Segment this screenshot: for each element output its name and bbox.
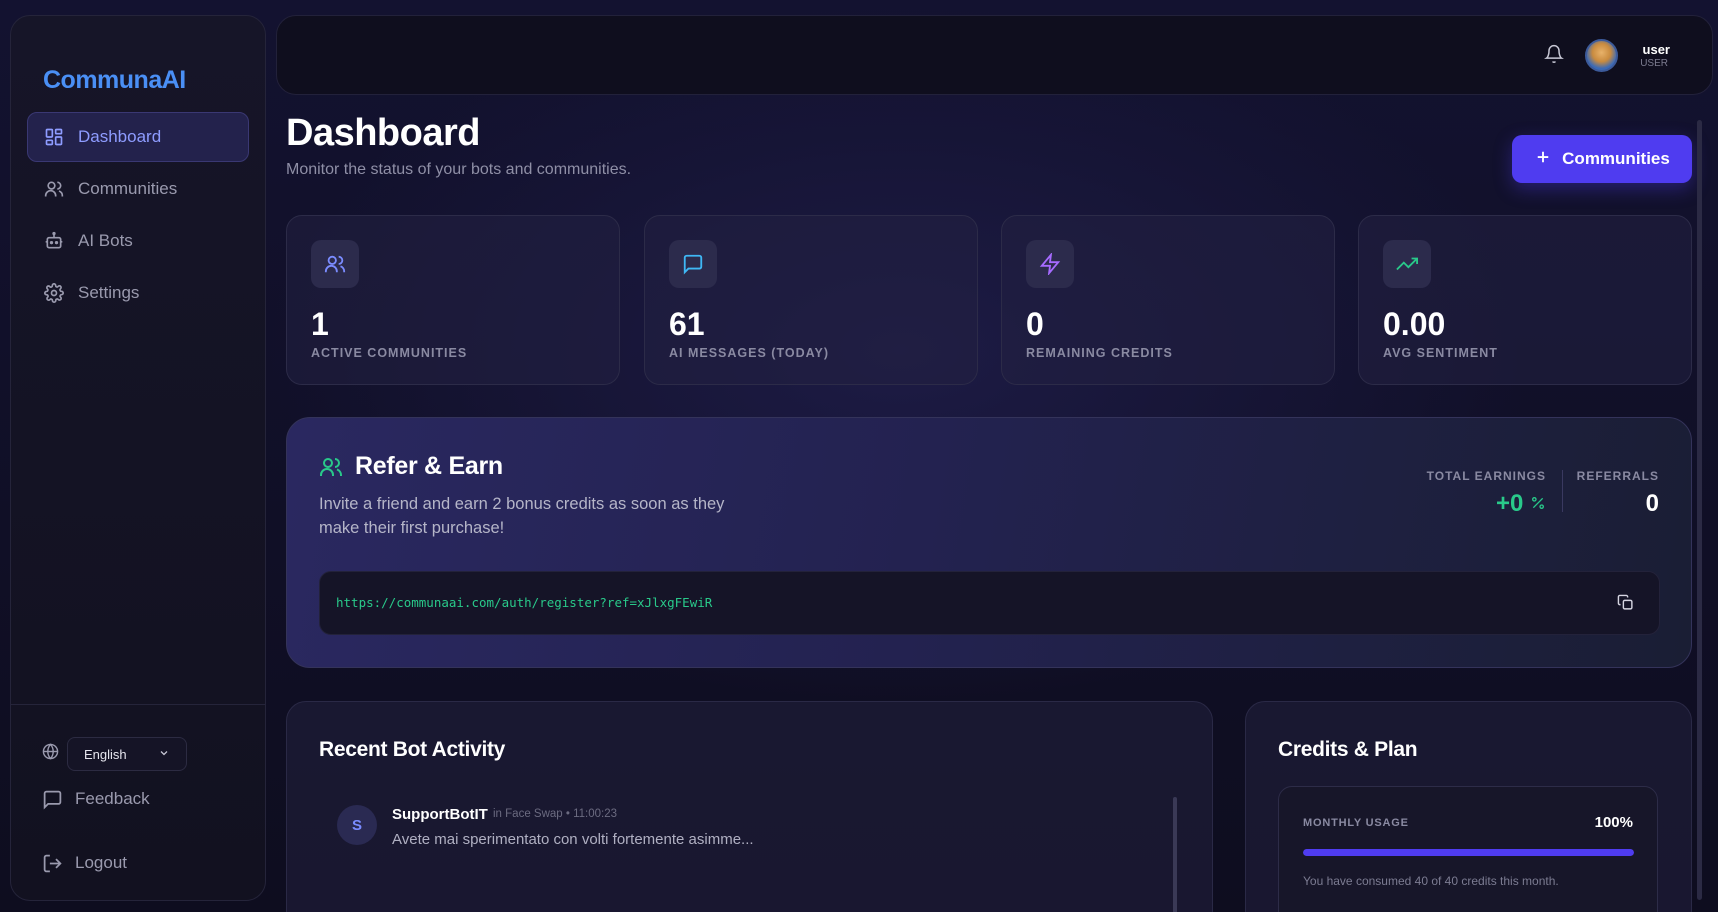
users-icon: [311, 240, 359, 288]
avatar[interactable]: [1585, 39, 1618, 72]
language-switcher: English: [42, 737, 187, 771]
add-community-button[interactable]: Communities: [1512, 135, 1692, 183]
stat-value: 0.00: [1383, 306, 1446, 342]
bot-icon: [44, 231, 64, 251]
referral-link-field[interactable]: https://communaai.com/auth/register?ref=…: [319, 571, 1660, 635]
stat-label: AI MESSAGES (TODAY): [669, 346, 829, 360]
stat-card-communities: 1 ACTIVE COMMUNITIES: [286, 215, 620, 385]
bot-avatar: S: [337, 805, 377, 845]
sidebar-item-ai-bots[interactable]: AI Bots: [27, 216, 249, 266]
language-select[interactable]: English: [67, 737, 187, 771]
user-role: USER: [1640, 58, 1668, 69]
refer-earn-card: Refer & Earn Invite a friend and earn 2 …: [286, 417, 1692, 668]
stat-label: ACTIVE COMMUNITIES: [311, 346, 468, 360]
main-scrollbar[interactable]: [1697, 120, 1703, 900]
recent-activity-card: Recent Bot Activity S SupportBotIT in Fa…: [286, 701, 1213, 912]
sidebar-nav: Dashboard Communities AI Bots Settings: [27, 112, 249, 320]
lightning-icon: [1026, 240, 1074, 288]
topbar: user USER: [276, 15, 1713, 95]
sidebar-item-label: Communities: [78, 179, 178, 198]
referrals-label: REFERRALS: [1576, 469, 1659, 483]
activity-message: Avete mai sperimentato con volti forteme…: [392, 831, 754, 848]
percent-badge-icon: [1530, 490, 1546, 517]
language-value: English: [84, 746, 127, 762]
logout-label: Logout: [75, 853, 127, 872]
refer-title: Refer & Earn: [355, 452, 503, 480]
divider: [1562, 470, 1563, 512]
referral-link-text[interactable]: https://communaai.com/auth/register?ref=…: [336, 595, 712, 610]
credits-title: Credits & Plan: [1278, 738, 1418, 761]
total-earnings-label: TOTAL EARNINGS: [1426, 469, 1546, 483]
message-square-icon: [41, 788, 63, 810]
sidebar-item-settings[interactable]: Settings: [27, 268, 249, 318]
trending-up-icon: [1383, 240, 1431, 288]
users-icon: [319, 455, 345, 481]
bot-name: SupportBotIT: [392, 806, 488, 823]
sidebar-item-dashboard[interactable]: Dashboard: [27, 112, 249, 162]
stat-value: 0: [1026, 306, 1044, 342]
stat-value: 61: [669, 306, 705, 342]
usage-label: MONTHLY USAGE: [1303, 817, 1409, 829]
recent-activity-title: Recent Bot Activity: [319, 738, 506, 761]
copy-icon[interactable]: [1617, 594, 1637, 614]
sidebar-item-label: Dashboard: [78, 127, 162, 146]
chevron-down-icon: [158, 747, 170, 762]
plus-icon: [1534, 146, 1552, 172]
sidebar-item-communities[interactable]: Communities: [27, 164, 249, 214]
page-subtitle: Monitor the status of your bots and comm…: [286, 161, 632, 178]
referrals-value: 0: [1645, 490, 1659, 517]
users-icon: [44, 179, 64, 199]
bell-icon[interactable]: [1544, 44, 1566, 66]
stat-label: REMAINING CREDITS: [1026, 346, 1173, 360]
sidebar: CommunaAI Dashboard Communities AI Bots …: [10, 15, 266, 901]
usage-progress-fill: [1303, 849, 1634, 856]
scrollbar-thumb[interactable]: [1697, 120, 1702, 900]
stat-card-messages: 61 AI MESSAGES (TODAY): [644, 215, 978, 385]
stat-label: AVG SENTIMENT: [1383, 346, 1498, 360]
logout-icon: [41, 852, 63, 874]
logout-link[interactable]: Logout: [41, 852, 127, 874]
sidebar-item-label: Settings: [78, 283, 140, 302]
sidebar-footer: English Feedback Logout: [11, 704, 265, 872]
total-earnings-value: +0: [1496, 490, 1546, 518]
gear-icon: [44, 283, 64, 303]
activity-meta: in Face Swap • 11:00:23: [493, 808, 618, 820]
sidebar-item-label: AI Bots: [78, 231, 133, 250]
credits-plan-card: Credits & Plan MONTHLY USAGE 100% You ha…: [1245, 701, 1692, 912]
globe-icon: [42, 743, 59, 765]
usage-percent: 100%: [1594, 814, 1633, 831]
message-icon: [669, 240, 717, 288]
usage-progress-bar: [1303, 849, 1634, 856]
app-logo[interactable]: CommunaAI: [43, 66, 186, 95]
feedback-label: Feedback: [75, 789, 150, 808]
user-name: user: [1642, 42, 1670, 57]
activity-scrollbar[interactable]: [1173, 797, 1177, 912]
add-community-label: Communities: [1562, 149, 1670, 168]
stat-card-credits: 0 REMAINING CREDITS: [1001, 215, 1335, 385]
monthly-usage-box: MONTHLY USAGE 100% You have consumed 40 …: [1278, 786, 1658, 912]
feedback-link[interactable]: Feedback: [41, 788, 150, 810]
stat-value: 1: [311, 306, 329, 342]
dashboard-grid-icon: [44, 127, 64, 147]
stat-card-sentiment: 0.00 AVG SENTIMENT: [1358, 215, 1692, 385]
usage-note: You have consumed 40 of 40 credits this …: [1303, 874, 1559, 888]
refer-description: Invite a friend and earn 2 bonus credits…: [319, 495, 725, 537]
page-title: Dashboard: [286, 112, 480, 154]
